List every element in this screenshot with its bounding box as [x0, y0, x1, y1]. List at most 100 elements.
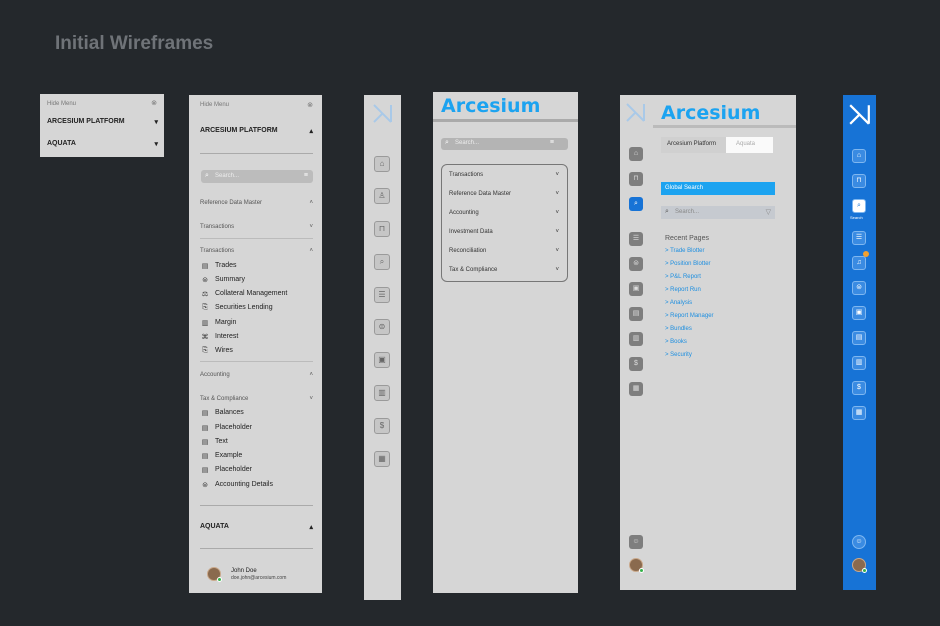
- home-icon[interactable]: ⌂: [374, 156, 390, 172]
- aquata-dropdown[interactable]: AQUATA ▴: [200, 523, 313, 531]
- section-transactions[interactable]: Transactions ˅: [200, 224, 313, 230]
- home-icon[interactable]: ⌂: [852, 149, 866, 163]
- menu-item-reference-data[interactable]: Reference Data Master ˅: [449, 191, 559, 197]
- menu-item-wires[interactable]: ⎘ Wires: [201, 347, 233, 355]
- arcesium-logo-icon[interactable]: [372, 103, 393, 124]
- search-label: Search: [850, 215, 863, 220]
- briefcase-icon[interactable]: ▣: [374, 352, 390, 368]
- icon-rail-blue: ⌂ ⊓ ⌕ Search ☰ ♫ ⊜ ▣ ▤ ▥ $ ▦ ☺: [843, 95, 876, 590]
- aquata-dropdown[interactable]: AQUATA ▾: [47, 140, 158, 148]
- database-icon[interactable]: ⊜: [852, 281, 866, 295]
- search-input[interactable]: ⌕ Search... ▽: [661, 206, 775, 219]
- search-input[interactable]: ⌕ Search... ≡: [441, 138, 568, 150]
- recent-link[interactable]: > Security: [665, 352, 692, 358]
- hide-menu-label[interactable]: Hide Menu: [47, 101, 76, 107]
- menu-item-summary[interactable]: ⊜ Summary: [201, 276, 245, 284]
- recent-link[interactable]: > Books: [665, 339, 687, 345]
- menu-item-placeholder-2[interactable]: ▤ Placeholder: [201, 466, 252, 474]
- recent-link[interactable]: > Report Manager: [665, 313, 714, 319]
- menu-item-transactions[interactable]: Transactions ˅: [449, 172, 559, 178]
- section-ref-data[interactable]: Reference Data Master ˄: [200, 200, 313, 206]
- recent-link[interactable]: > P&L Report: [665, 274, 701, 280]
- arcesium-logo-icon[interactable]: [848, 103, 871, 126]
- search-icon[interactable]: ⌕: [374, 254, 390, 270]
- database-icon[interactable]: ⊜: [629, 257, 643, 271]
- stamp-icon[interactable]: ♙: [374, 188, 390, 204]
- platform-switch: Arcesium Platform Aquata: [661, 137, 773, 153]
- report-icon[interactable]: ▤: [852, 331, 866, 345]
- menu-item-example[interactable]: ▤ Example: [201, 452, 243, 460]
- bookmark-icon[interactable]: ⊓: [852, 174, 866, 188]
- database-icon[interactable]: ⊜: [374, 319, 390, 335]
- menu-item-interest[interactable]: ⌘ Interest: [201, 333, 239, 341]
- menu-item-investment-data[interactable]: Investment Data ˅: [449, 229, 559, 235]
- help-icon[interactable]: ☺: [852, 535, 866, 549]
- chevron-up-icon: ˄: [309, 200, 313, 206]
- document-icon: ▤: [201, 425, 209, 432]
- menu-item-balances[interactable]: ▤ Balances: [201, 409, 244, 417]
- recent-link[interactable]: > Position Blotter: [665, 261, 711, 267]
- briefcase-icon[interactable]: ▣: [629, 282, 643, 296]
- avatar[interactable]: [629, 558, 644, 573]
- segment-aquata[interactable]: Aquata: [726, 137, 773, 153]
- segment-arcesium-platform[interactable]: Arcesium Platform: [661, 137, 726, 153]
- chevron-up-icon: ▴: [309, 524, 313, 531]
- filter-icon[interactable]: ≡: [304, 172, 308, 179]
- menu-item-margin[interactable]: ▥ Margin: [201, 319, 237, 327]
- help-icon[interactable]: ☺: [629, 535, 643, 549]
- briefcase-icon[interactable]: ▣: [852, 306, 866, 320]
- filter-icon[interactable]: ▽: [766, 208, 771, 216]
- sliders-icon[interactable]: ☰: [629, 232, 643, 246]
- dollar-icon[interactable]: $: [374, 418, 390, 434]
- bookmark-icon[interactable]: ⊓: [374, 221, 390, 237]
- buildings-icon[interactable]: ▥: [852, 356, 866, 370]
- section-tax[interactable]: Tax & Compliance ˅: [200, 396, 313, 402]
- item-label: Balances: [215, 409, 244, 416]
- menu-item-text[interactable]: ▤ Text: [201, 438, 228, 446]
- dollar-icon[interactable]: $: [629, 357, 643, 371]
- search-input[interactable]: ⌕ Search... ≡: [201, 170, 313, 183]
- recent-link[interactable]: > Report Run: [665, 287, 701, 293]
- recent-link[interactable]: > Trade Blotter: [665, 248, 705, 254]
- menu-item-accounting-details[interactable]: ⊜ Accounting Details: [201, 481, 273, 489]
- user-profile[interactable]: John Doe doe.john@arcesium.com: [207, 567, 286, 582]
- document-icon: ▤: [201, 263, 209, 270]
- sliders-icon[interactable]: ☰: [852, 231, 866, 245]
- menu-item-securities-lending[interactable]: ⎘ Securities Lending: [201, 304, 272, 312]
- menu-item-reconciliation[interactable]: Reconciliation ˅: [449, 248, 559, 254]
- search-icon[interactable]: ⌕: [629, 197, 643, 211]
- filter-icon[interactable]: ≡: [550, 139, 554, 146]
- recent-link[interactable]: > Analysis: [665, 300, 692, 306]
- menu-item-tax-compliance[interactable]: Tax & Compliance ˅: [449, 267, 559, 273]
- report-icon[interactable]: ▤: [629, 307, 643, 321]
- calculator-icon[interactable]: ▦: [852, 406, 866, 420]
- search-placeholder: Search...: [675, 209, 700, 215]
- section-transactions-open[interactable]: Transactions ˄: [200, 248, 313, 254]
- close-icon[interactable]: ⊗: [151, 99, 157, 107]
- menu-item-trades[interactable]: ▤ Trades: [201, 262, 237, 270]
- section-accounting[interactable]: Accounting ˄: [200, 372, 313, 378]
- brand-logo[interactable]: Arcesium: [441, 95, 540, 117]
- calculator-icon[interactable]: ▦: [629, 382, 643, 396]
- avatar[interactable]: [852, 558, 867, 573]
- search-icon[interactable]: ⌕: [852, 199, 866, 213]
- platform-dropdown[interactable]: ARCESIUM PLATFORM ▴: [200, 127, 313, 135]
- close-icon[interactable]: ⊗: [307, 101, 313, 109]
- platform-dropdown[interactable]: ARCESIUM PLATFORM ▾: [47, 118, 158, 126]
- arcesium-logo-icon[interactable]: [625, 102, 646, 123]
- dollar-icon[interactable]: $: [852, 381, 866, 395]
- buildings-icon[interactable]: ▥: [629, 332, 643, 346]
- menu-item-accounting[interactable]: Accounting ˅: [449, 210, 559, 216]
- recent-link[interactable]: > Bundles: [665, 326, 692, 332]
- bell-icon[interactable]: ♫: [852, 256, 866, 270]
- aquata-label: AQUATA: [200, 523, 229, 530]
- home-icon[interactable]: ⌂: [629, 147, 643, 161]
- menu-item-placeholder[interactable]: ▤ Placeholder: [201, 424, 252, 432]
- buildings-icon[interactable]: ▥: [374, 385, 390, 401]
- sliders-icon[interactable]: ☰: [374, 287, 390, 303]
- hide-menu-label[interactable]: Hide Menu: [200, 102, 229, 108]
- calculator-icon[interactable]: ▦: [374, 451, 390, 467]
- brand-logo[interactable]: Arcesium: [661, 102, 760, 124]
- bookmark-icon[interactable]: ⊓: [629, 172, 643, 186]
- menu-item-collateral[interactable]: ⚖ Collateral Management: [201, 290, 288, 298]
